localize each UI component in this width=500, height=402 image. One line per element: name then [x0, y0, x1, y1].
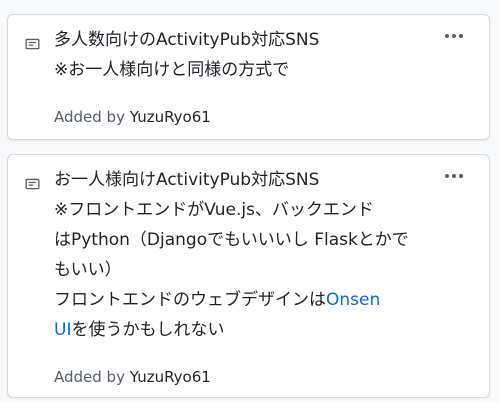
- note-line: はPython（Djangoでもいいいし Flaskとかで: [54, 230, 409, 250]
- added-by-user[interactable]: YuzuRyo61: [130, 108, 211, 126]
- note-line: 多人数向けのActivityPub対応SNS: [54, 30, 320, 50]
- ui-link[interactable]: UI: [54, 320, 71, 340]
- card-menu-button[interactable]: [443, 168, 465, 184]
- added-by: Added by YuzuRyo61: [54, 107, 211, 127]
- onsen-link[interactable]: Onsen: [326, 290, 380, 310]
- added-by-prefix: Added by: [54, 368, 125, 386]
- kebab-horizontal-icon: [445, 174, 449, 178]
- note-line: もいい）: [54, 260, 122, 280]
- project-card-note[interactable]: 多人数向けのActivityPub対応SNS ※お一人様向けと同様の方式で Ad…: [7, 14, 490, 140]
- note-line: お一人様向けActivityPub対応SNS: [54, 170, 320, 190]
- note-line: フロントエンドのウェブデザインは: [54, 290, 326, 310]
- kebab-dot: [459, 34, 463, 38]
- added-by-prefix: Added by: [54, 108, 125, 126]
- kebab-horizontal-icon: [445, 34, 449, 38]
- note-line: ※フロントエンドがVue.js、バックエンド: [54, 200, 374, 220]
- added-by: Added by YuzuRyo61: [54, 367, 211, 387]
- note-icon: [25, 38, 40, 50]
- note-icon: [25, 178, 40, 190]
- note-body: お一人様向けActivityPub対応SNS ※フロントエンドがVue.js、バ…: [54, 165, 440, 345]
- note-line: ※お一人様向けと同様の方式で: [54, 60, 290, 80]
- note-line: を使うかもしれない: [71, 320, 225, 340]
- kebab-dot: [459, 174, 463, 178]
- kebab-dot: [452, 34, 456, 38]
- added-by-user[interactable]: YuzuRyo61: [130, 368, 211, 386]
- kebab-dot: [452, 174, 456, 178]
- project-card-note[interactable]: お一人様向けActivityPub対応SNS ※フロントエンドがVue.js、バ…: [7, 154, 490, 398]
- card-menu-button[interactable]: [443, 28, 465, 44]
- note-body: 多人数向けのActivityPub対応SNS ※お一人様向けと同様の方式で: [54, 25, 440, 85]
